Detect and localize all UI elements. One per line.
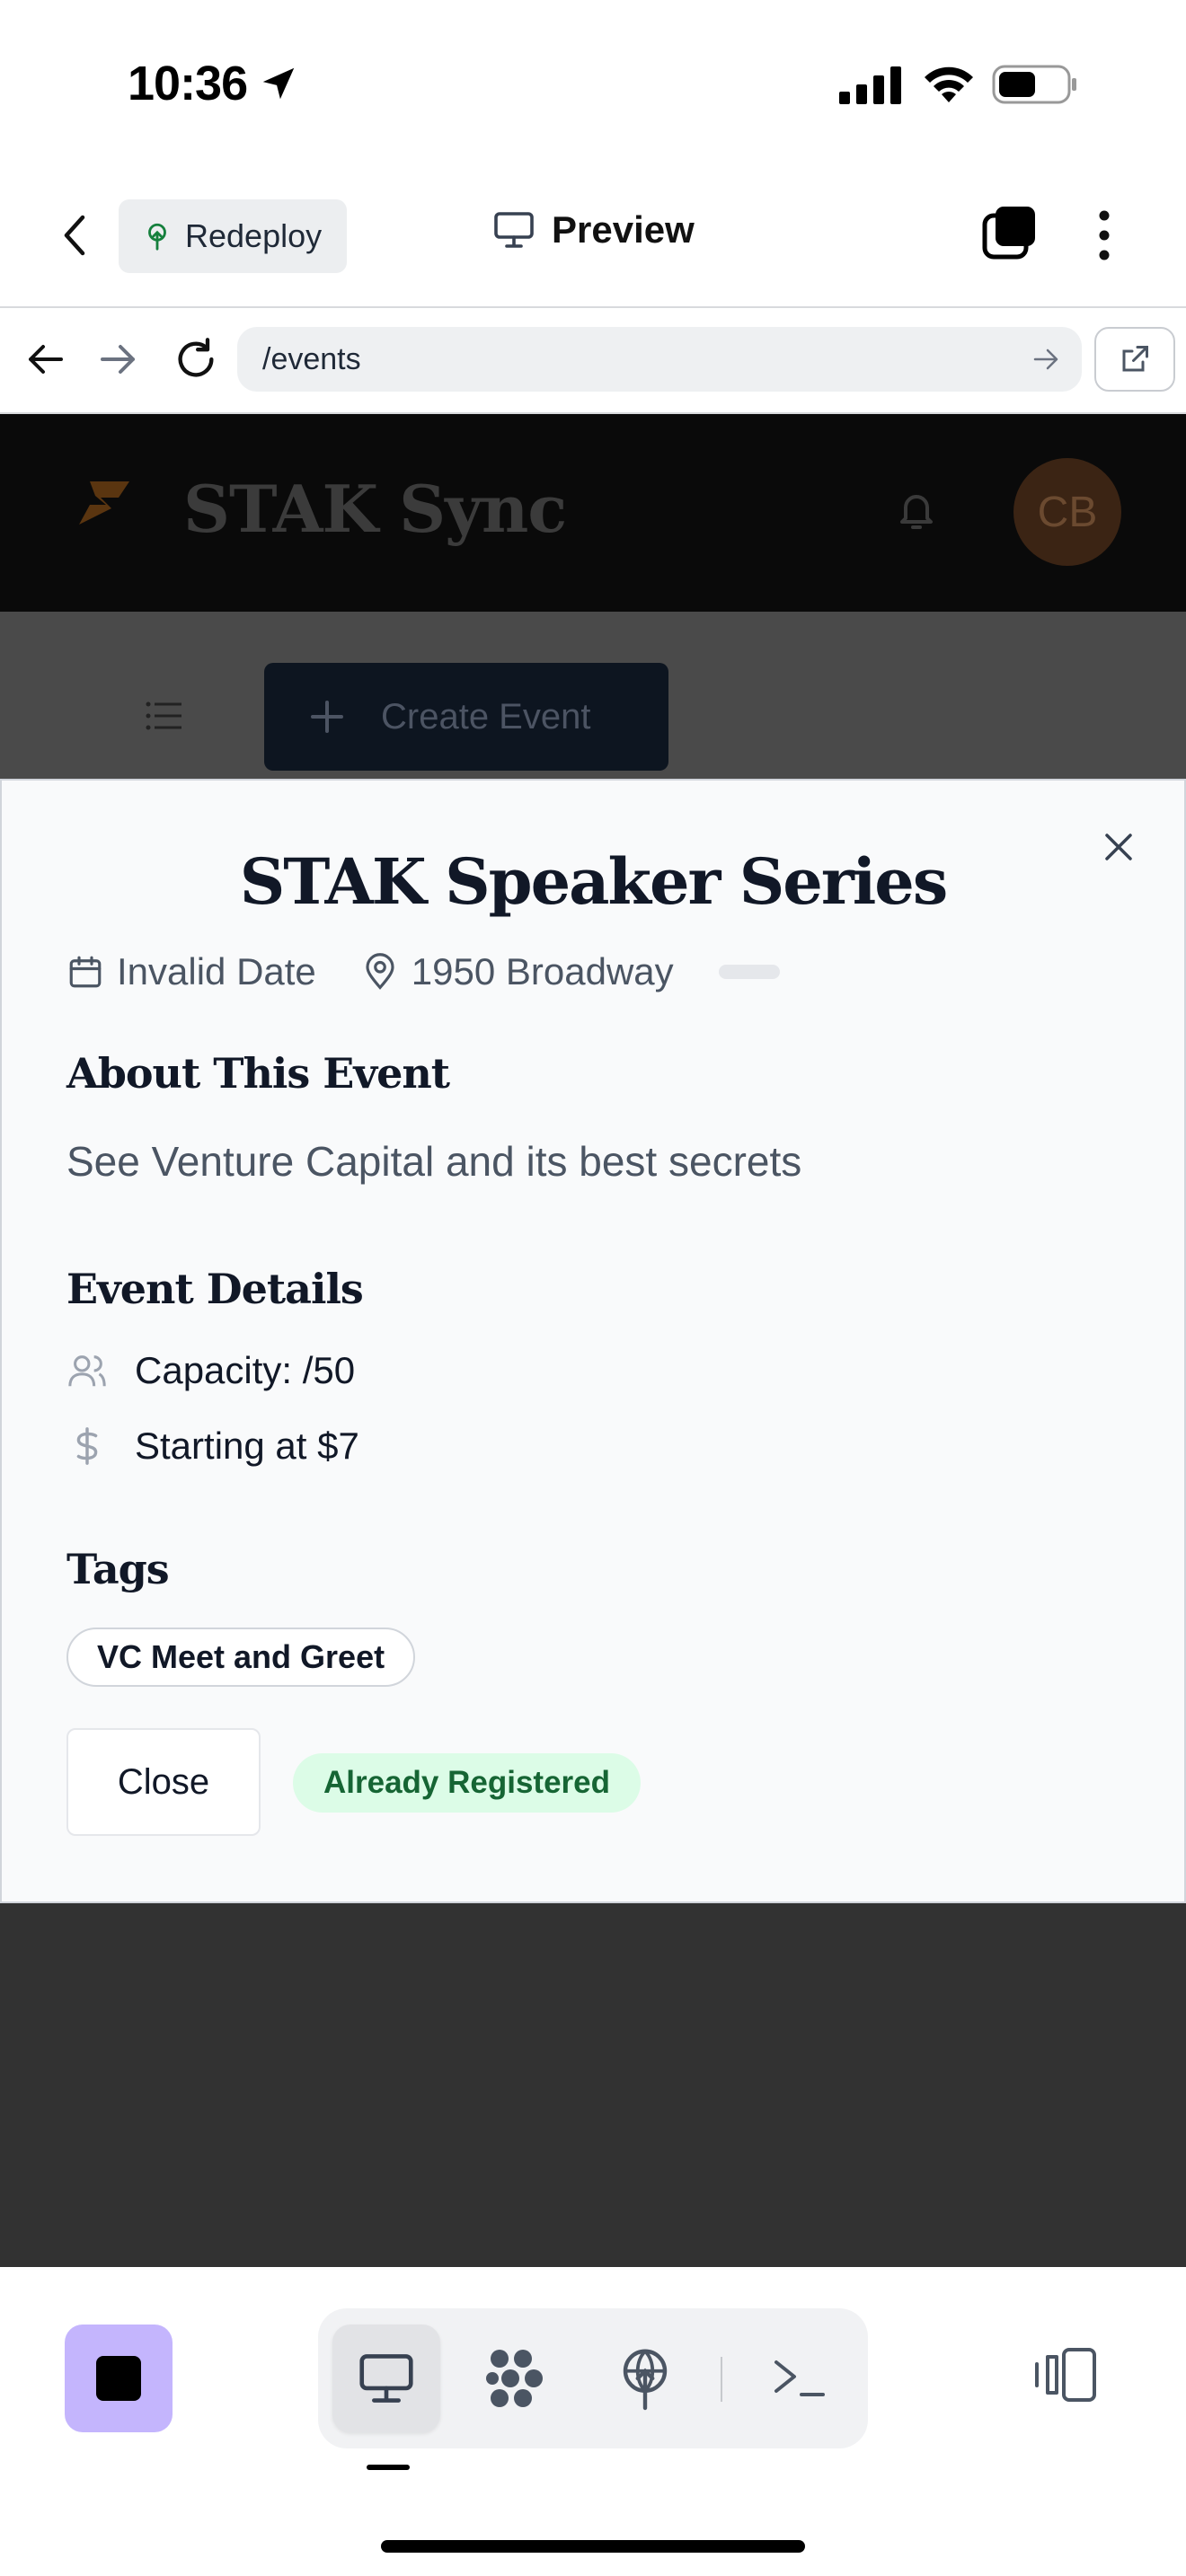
monitor-icon <box>494 212 534 248</box>
event-date: Invalid Date <box>66 950 316 993</box>
terminal-icon <box>774 2360 825 2396</box>
event-location-text: 1950 Broadway <box>411 950 674 992</box>
redeploy-button[interactable]: Redeploy <box>119 199 347 273</box>
overlay-backdrop[interactable] <box>0 1903 1186 2267</box>
signal-icon <box>839 66 901 104</box>
more-vertical-icon[interactable] <box>1091 208 1118 262</box>
dollar-icon <box>76 1427 98 1465</box>
desktop-icon <box>359 2354 413 2403</box>
battery-icon <box>992 65 1076 104</box>
stop-icon <box>96 2356 141 2401</box>
meta-placeholder-pill <box>718 965 780 979</box>
modal-title: STAK Speaker Series <box>239 844 949 919</box>
event-date-text: Invalid Date <box>117 950 316 992</box>
map-pin-icon <box>366 953 394 990</box>
url-field[interactable]: /events <box>237 327 1082 392</box>
create-event-button[interactable]: Create Event <box>264 663 668 771</box>
app-title: STAK Sync <box>183 471 567 547</box>
tags-heading: Tags <box>66 1545 170 1593</box>
bell-icon[interactable] <box>895 489 938 534</box>
home-indicator <box>381 2540 805 2553</box>
tabs-icon[interactable] <box>981 205 1039 262</box>
avatar-initials: CB <box>1037 488 1098 536</box>
modal-close-x-button[interactable] <box>1094 823 1143 871</box>
active-tool-indicator <box>367 2465 410 2470</box>
terminal-tool-button[interactable] <box>746 2325 854 2432</box>
event-meta: Invalid Date 1950 Broadway <box>66 950 780 993</box>
users-icon <box>68 1355 106 1387</box>
preview-title: Preview <box>492 208 695 251</box>
about-heading: About This Event <box>66 1049 450 1098</box>
redeploy-label: Redeploy <box>185 217 323 254</box>
tag-chip: VC Meet and Greet <box>66 1628 416 1687</box>
tree-icon <box>148 223 166 251</box>
tool-divider <box>721 2357 722 2402</box>
calendar-icon <box>69 956 102 988</box>
deploy-icon <box>623 2349 668 2411</box>
close-label: Close <box>117 1761 210 1802</box>
back-chevron-icon[interactable] <box>58 212 93 259</box>
list-icon[interactable] <box>146 701 183 731</box>
price-text: Starting at $7 <box>135 1425 359 1467</box>
reload-icon[interactable] <box>173 336 219 383</box>
event-location: 1950 Broadway <box>361 950 674 993</box>
split-view-icon[interactable] <box>1033 2346 1100 2404</box>
price-row: Starting at $7 <box>66 1425 359 1468</box>
details-heading: Event Details <box>66 1265 364 1313</box>
wifi-icon <box>925 66 973 102</box>
close-button[interactable]: Close <box>66 1728 261 1836</box>
capacity-text: Capacity: /50 <box>135 1349 356 1391</box>
arrow-left-icon[interactable] <box>25 341 65 377</box>
packages-icon <box>486 2350 543 2407</box>
arrow-right-icon[interactable] <box>99 341 138 377</box>
avatar[interactable]: CB <box>1013 458 1121 566</box>
go-arrow-icon[interactable] <box>1033 347 1060 372</box>
url-text: /events <box>262 341 361 376</box>
close-icon <box>1105 834 1132 860</box>
status-time-text: 10:36 <box>128 57 248 110</box>
logo-icon <box>79 481 129 525</box>
app-header <box>0 414 1186 612</box>
plus-icon <box>311 701 343 733</box>
registered-badge: Already Registered <box>293 1753 642 1813</box>
deploy-tool-button[interactable] <box>591 2325 699 2432</box>
about-text: See Venture Capital and its best secrets <box>66 1138 802 1185</box>
open-external-button[interactable] <box>1094 327 1175 392</box>
preview-title-text: Preview <box>552 208 695 251</box>
capacity-row: Capacity: /50 <box>66 1349 355 1392</box>
create-event-label: Create Event <box>381 696 591 737</box>
stop-button[interactable] <box>65 2325 173 2432</box>
status-time: 10:36 <box>128 56 299 111</box>
desktop-tool-button[interactable] <box>332 2325 440 2432</box>
packages-tool-button[interactable] <box>462 2325 570 2432</box>
location-arrow-icon <box>262 67 295 100</box>
external-link-icon <box>1122 346 1148 372</box>
